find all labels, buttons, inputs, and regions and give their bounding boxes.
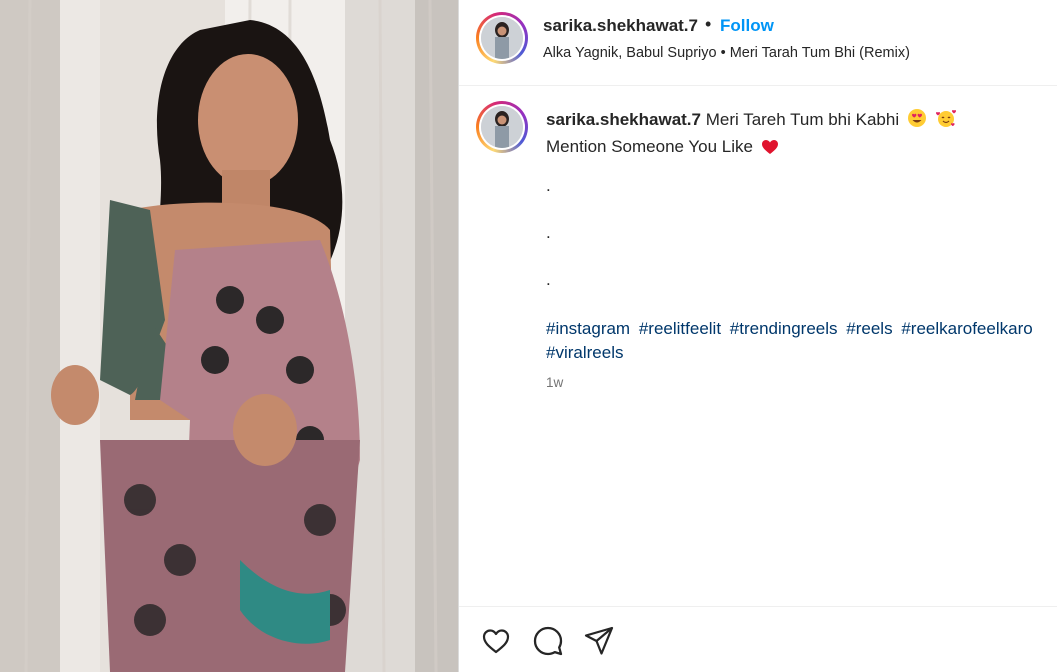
- avatar-photo: [481, 17, 523, 59]
- audio-attribution[interactable]: Alka Yagnik, Babul Supriyo • Meri Tarah …: [543, 45, 910, 61]
- hashtag-link[interactable]: #trendingreels: [730, 319, 838, 338]
- share-button[interactable]: [583, 625, 617, 659]
- post-header: sarika.shekhawat.7 • Follow Alka Yagnik,…: [459, 0, 1057, 86]
- author-avatar[interactable]: [476, 12, 528, 64]
- avatar-photo: [481, 106, 523, 148]
- caption-text-line-1: Meri Tareh Tum bhi Kabhi: [705, 110, 900, 129]
- reel-video[interactable]: [0, 0, 458, 672]
- heart-eyes-emoji: [907, 108, 927, 135]
- reel-video-frame: [0, 0, 458, 672]
- header-separator: •: [705, 14, 712, 34]
- like-button[interactable]: [480, 625, 514, 659]
- caption-author-avatar[interactable]: [476, 101, 528, 153]
- red-heart-emoji: [761, 138, 779, 162]
- caption-dot: .: [546, 176, 551, 195]
- hashtag-link[interactable]: #instagram: [546, 319, 630, 338]
- share-icon: [584, 626, 614, 655]
- heart-icon: [482, 629, 510, 654]
- caption-dot: .: [546, 223, 551, 242]
- follow-button[interactable]: Follow: [720, 16, 774, 36]
- hashtag-link[interactable]: #viralreels: [546, 343, 623, 362]
- caption-hashtags: #instagram #reelitfeelit #trendingreels …: [546, 317, 1051, 365]
- comment-button[interactable]: [532, 625, 566, 659]
- post-actions-bar: [459, 606, 1057, 672]
- caption-username[interactable]: sarika.shekhawat.7: [546, 110, 701, 129]
- hashtag-link[interactable]: #reelkarofeelkaro: [901, 319, 1032, 338]
- caption-dot: .: [546, 270, 551, 289]
- post-details-panel: sarika.shekhawat.7 • Follow Alka Yagnik,…: [458, 0, 1057, 672]
- post-timestamp[interactable]: 1w: [546, 375, 563, 390]
- author-username[interactable]: sarika.shekhawat.7: [543, 16, 698, 36]
- comment-icon: [533, 626, 563, 656]
- hashtag-link[interactable]: #reels: [846, 319, 892, 338]
- post-caption: sarika.shekhawat.7 Meri Tareh Tum bhi Ka…: [546, 108, 1051, 365]
- hashtag-link[interactable]: #reelitfeelit: [639, 319, 721, 338]
- hearts-face-emoji: [935, 108, 957, 135]
- instagram-post-view: sarika.shekhawat.7 • Follow Alka Yagnik,…: [0, 0, 1057, 672]
- caption-text-line-2: Mention Someone You Like: [546, 137, 753, 156]
